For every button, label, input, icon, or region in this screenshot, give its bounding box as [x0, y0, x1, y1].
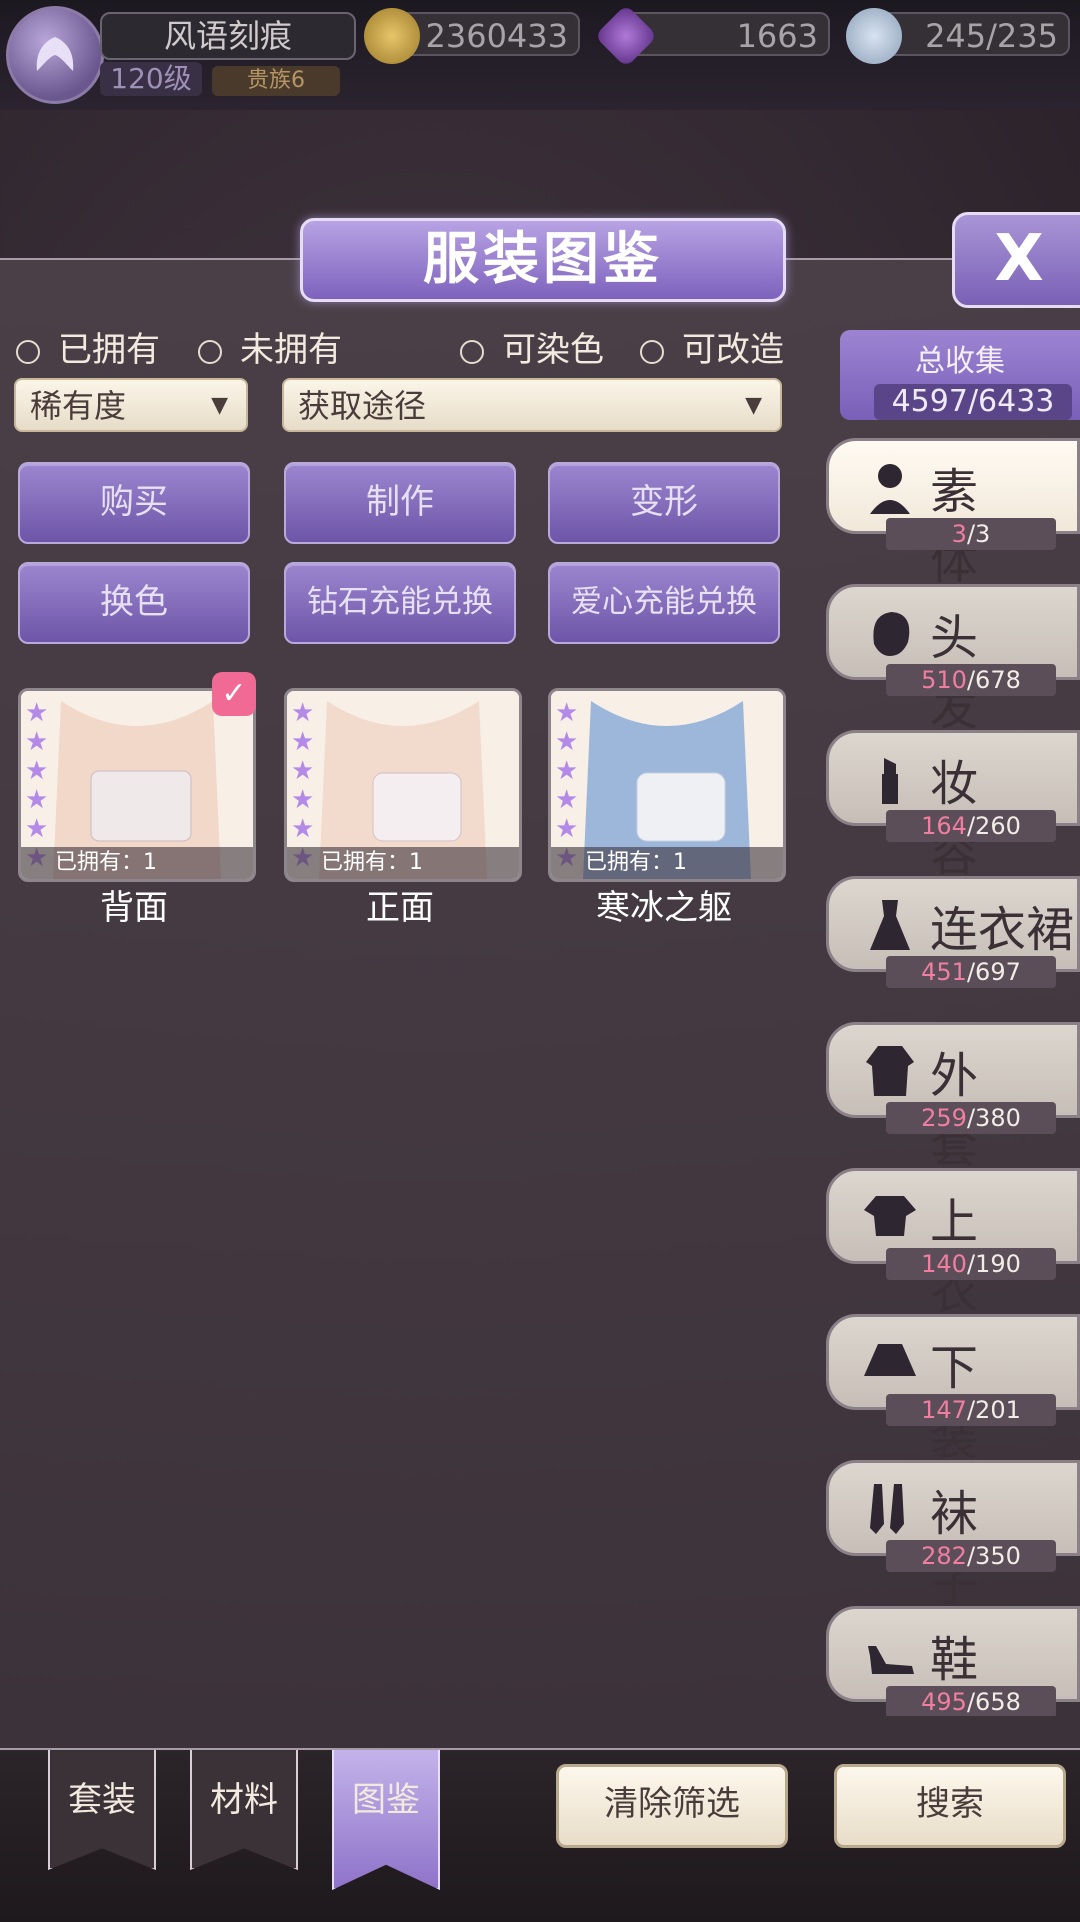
player-name: 风语刻痕	[100, 12, 356, 60]
player-rank: 贵族6	[212, 66, 340, 96]
category-count: 140/190	[886, 1248, 1056, 1280]
total-collection: 总收集 4597/6433	[840, 330, 1080, 420]
filter-modifiable[interactable]: 可改造	[640, 322, 784, 371]
glass-slipper-icon[interactable]	[846, 8, 902, 64]
body-icon	[870, 464, 910, 514]
item-card[interactable]: ★★★★★★ 已拥有：1	[284, 688, 522, 882]
item-name: 背面	[100, 888, 168, 928]
category-count: 510/678	[886, 664, 1056, 696]
category-count: 259/380	[886, 1102, 1056, 1134]
lipstick-icon	[882, 758, 898, 804]
diamond-exchange-button[interactable]: 钻石充能兑换	[284, 562, 516, 644]
buy-button[interactable]: 购买	[18, 462, 250, 544]
item-name: 正面	[366, 888, 434, 928]
dress-icon	[870, 900, 910, 950]
panel-title: 服装图鉴	[300, 218, 786, 302]
category-tab-makeup[interactable]: 妆容 164/260	[826, 730, 1080, 882]
source-dropdown[interactable]: 获取途径 ▼	[282, 378, 782, 432]
item-card[interactable]: ★★★★★★ 已拥有：1	[548, 688, 786, 882]
tab-outfits[interactable]: 套装	[48, 1750, 156, 1870]
hair-icon	[873, 612, 910, 656]
wings-icon	[36, 37, 74, 71]
close-button[interactable]: X	[952, 212, 1080, 308]
radio-icon	[16, 339, 40, 364]
avatar[interactable]	[6, 6, 104, 104]
skirt-icon	[864, 1344, 916, 1376]
player-level: 120级	[100, 62, 202, 96]
rarity-dropdown[interactable]: 稀有度 ▼	[14, 378, 248, 432]
triangle-down-icon: ▼	[745, 393, 762, 418]
category-tab-body[interactable]: 素体 3/3	[826, 438, 1080, 590]
owned-count: 已拥有：1	[21, 847, 253, 879]
transform-button[interactable]: 变形	[548, 462, 780, 544]
category-tab-bottoms[interactable]: 下装 147/201	[826, 1314, 1080, 1466]
heart-exchange-button[interactable]: 爱心充能兑换	[548, 562, 780, 644]
total-collection-label: 总收集	[915, 344, 1005, 379]
total-collection-value: 4597/6433	[874, 384, 1072, 420]
recolor-button[interactable]: 换色	[18, 562, 250, 644]
category-count: 451/697	[886, 956, 1056, 988]
category-tab-coat[interactable]: 外套 259/380	[826, 1022, 1080, 1174]
item-card[interactable]: ★★★★★★ 已拥有：1	[18, 688, 256, 882]
filter-dyeable[interactable]: 可染色	[460, 322, 604, 371]
checkmark-icon: ✓	[212, 672, 256, 716]
category-count: 164/260	[886, 810, 1056, 842]
radio-icon	[640, 339, 664, 364]
category-label: 连衣裙	[930, 902, 1075, 958]
tab-materials[interactable]: 材料	[190, 1750, 298, 1870]
search-button[interactable]: 搜索	[834, 1764, 1066, 1848]
craft-button[interactable]: 制作	[284, 462, 516, 544]
filter-owned[interactable]: 已拥有	[16, 322, 160, 371]
shoe-icon	[868, 1646, 914, 1674]
category-count: 282/350	[886, 1540, 1056, 1572]
coat-icon	[866, 1046, 914, 1096]
category-tab-socks[interactable]: 袜子 282/350	[826, 1460, 1080, 1612]
radio-icon	[460, 339, 484, 364]
category-count: 3/3	[886, 518, 1056, 550]
clear-filter-button[interactable]: 清除筛选	[556, 1764, 788, 1848]
item-name: 寒冰之躯	[596, 888, 732, 928]
triangle-down-icon: ▼	[211, 393, 228, 418]
tab-collection[interactable]: 图鉴	[332, 1750, 440, 1890]
owned-count: 已拥有：1	[551, 847, 783, 879]
gold-crown-icon[interactable]	[364, 8, 420, 64]
category-tab-shoes[interactable]: 鞋子 495/658	[826, 1606, 1080, 1716]
filter-not-owned[interactable]: 未拥有	[198, 322, 342, 371]
top-bar: 风语刻痕 120级 贵族6 2360433 1663 245/235	[0, 0, 1080, 110]
category-tab-dress[interactable]: 连衣裙 451/697	[826, 876, 1080, 988]
category-count: 495/658	[886, 1686, 1056, 1716]
top-icon	[864, 1196, 916, 1236]
category-count: 147/201	[886, 1394, 1056, 1426]
socks-icon	[870, 1484, 904, 1534]
category-tab-top[interactable]: 上衣 140/190	[826, 1168, 1080, 1320]
owned-count: 已拥有：1	[287, 847, 519, 879]
radio-icon	[198, 339, 222, 364]
category-tab-hair[interactable]: 头发 510/678	[826, 584, 1080, 736]
